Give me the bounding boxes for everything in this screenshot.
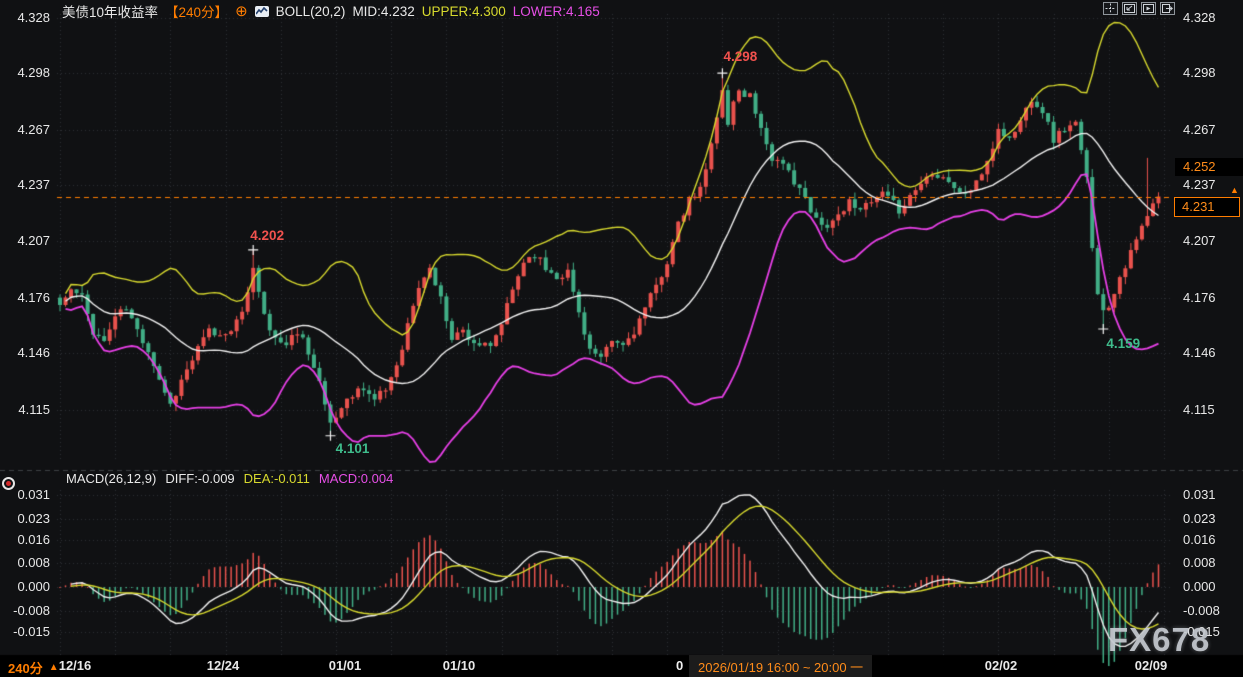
panel-corner-arrow-icon[interactable] bbox=[1122, 2, 1137, 15]
macd-axis-tick: -0.008 bbox=[0, 603, 50, 619]
chart-type-icon[interactable] bbox=[255, 6, 269, 17]
x-axis-date-label: 01/10 bbox=[443, 658, 476, 673]
boll-mid-value: MID:4.232 bbox=[352, 4, 414, 19]
add-indicator-icon[interactable]: ⊕ bbox=[235, 5, 248, 18]
macd-axis-tick: 0.008 bbox=[1183, 555, 1216, 571]
price-axis-tick: 4.237 bbox=[0, 177, 50, 193]
price-axis-tick: 4.267 bbox=[1183, 122, 1216, 138]
last-price-marker: 4.231 bbox=[1174, 197, 1240, 217]
price-annotation: 4.202 bbox=[250, 228, 284, 243]
macd-header: MACD(26,12,9) DIFF:-0.009 DEA:-0.011 MAC… bbox=[66, 471, 393, 486]
macd-name-label[interactable]: MACD(26,12,9) bbox=[66, 471, 156, 486]
panel-export-icon[interactable] bbox=[1160, 2, 1175, 15]
x-axis-date-label: 01/01 bbox=[329, 658, 362, 673]
macd-axis-tick: 0.000 bbox=[1183, 579, 1216, 595]
timeframe-label[interactable]: 【240分】 bbox=[165, 1, 228, 21]
price-annotation: 4.298 bbox=[723, 49, 757, 64]
price-axis-tick: 4.298 bbox=[1183, 65, 1216, 81]
macd-axis-tick: 0.016 bbox=[0, 532, 50, 548]
price-axis-tick: 4.207 bbox=[0, 233, 50, 249]
macd-diff-value: DIFF:-0.009 bbox=[165, 471, 234, 486]
chart-app-window: 美债10年收益率 【240分】 ⊕ BOLL(20,2) MID:4.232 U… bbox=[0, 0, 1243, 677]
x-axis-date-label: 02/02 bbox=[985, 658, 1018, 673]
latest-bar-arrow-icon[interactable]: ▲ bbox=[1230, 186, 1239, 195]
price-axis-tick: 4.146 bbox=[0, 345, 50, 361]
price-axis-tick: 4.237 bbox=[1183, 177, 1216, 193]
macd-axis-tick: 0.000 bbox=[0, 579, 50, 595]
macd-axis-tick: -0.015 bbox=[0, 624, 50, 640]
record-dot-icon[interactable] bbox=[2, 477, 15, 490]
x-axis-date-label: 12/24 bbox=[207, 658, 240, 673]
x-axis-date-label: 02/09 bbox=[1135, 658, 1168, 673]
time-axis-bar: 240分 ▲ 0 2026/01/19 16:00 ~ 20:00 一 12/1… bbox=[0, 655, 1243, 677]
price-axis-tick: 4.267 bbox=[0, 122, 50, 138]
price-annotation: 4.101 bbox=[336, 441, 370, 456]
price-axis-tick: 4.328 bbox=[1183, 10, 1216, 26]
boll-lower-value: LOWER:4.165 bbox=[513, 4, 600, 19]
macd-axis-tick: 0.016 bbox=[1183, 532, 1216, 548]
price-axis-tick: 4.115 bbox=[0, 402, 50, 418]
move-icon[interactable] bbox=[1103, 2, 1118, 15]
boll-label[interactable]: BOLL(20,2) bbox=[276, 4, 346, 19]
price-axis-tick: 4.298 bbox=[0, 65, 50, 81]
macd-axis-tick: 0.031 bbox=[1183, 487, 1216, 503]
timeframe-selector[interactable]: 240分 ▲ bbox=[8, 658, 59, 677]
macd-axis-tick: 0.023 bbox=[0, 511, 50, 527]
price-axis-tick: 4.176 bbox=[1183, 290, 1216, 306]
timeframe-selector-label: 240分 bbox=[8, 658, 43, 677]
panel-play-icon[interactable] bbox=[1141, 2, 1156, 15]
price-axis-tick: 4.207 bbox=[1183, 233, 1216, 249]
chart-toolbar bbox=[1103, 2, 1175, 15]
macd-dea-value: DEA:-0.011 bbox=[244, 471, 310, 486]
session-high-marker: 4.252 bbox=[1175, 158, 1243, 176]
chart-header: 美债10年收益率 【240分】 ⊕ BOLL(20,2) MID:4.232 U… bbox=[62, 1, 600, 21]
macd-axis-tick: 0.008 bbox=[0, 555, 50, 571]
chart-canvas[interactable] bbox=[0, 0, 1243, 677]
x-axis-date-label: 12/16 bbox=[59, 658, 92, 673]
macd-macd-value: MACD:0.004 bbox=[319, 471, 393, 486]
price-axis-tick: 4.176 bbox=[0, 290, 50, 306]
symbol-title: 美债10年收益率 bbox=[62, 1, 158, 21]
boll-upper-value: UPPER:4.300 bbox=[422, 4, 506, 19]
price-annotation: 4.159 bbox=[1106, 336, 1140, 351]
partial-date-label: 0 bbox=[676, 658, 683, 673]
price-axis-tick: 4.146 bbox=[1183, 345, 1216, 361]
macd-axis-tick: -0.008 bbox=[1183, 603, 1220, 619]
macd-axis-tick: 0.023 bbox=[1183, 511, 1216, 527]
crosshair-datetime-box: 2026/01/19 16:00 ~ 20:00 一 bbox=[689, 655, 872, 677]
price-axis-tick: 4.328 bbox=[0, 10, 50, 26]
price-axis-tick: 4.115 bbox=[1183, 402, 1215, 418]
watermark: FX678 bbox=[1108, 621, 1210, 659]
timeframe-dropdown-icon: ▲ bbox=[49, 662, 59, 673]
